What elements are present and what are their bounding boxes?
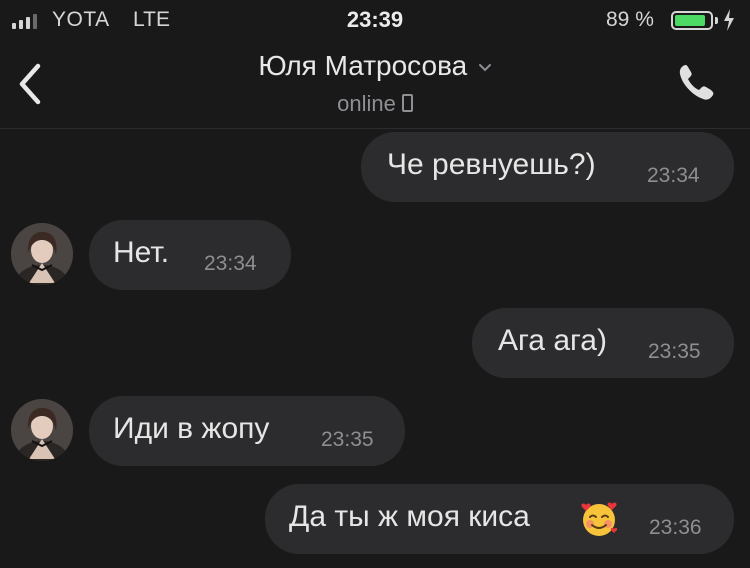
- phone-icon[interactable]: [676, 62, 716, 104]
- battery-percent: 89 %: [606, 8, 654, 31]
- avatar-image: [11, 223, 73, 285]
- message-time: 23:34: [204, 252, 257, 275]
- online-status-label: online: [337, 91, 396, 116]
- mobile-device-icon: [401, 94, 413, 113]
- message-text: Нет.: [113, 236, 170, 269]
- contact-status: online: [0, 91, 750, 117]
- message-time: 23:35: [321, 428, 374, 451]
- chat-header: Юля Матросова online: [0, 42, 750, 129]
- message-time: 23:34: [647, 164, 700, 187]
- battery-level-fill: [675, 15, 705, 26]
- contact-title[interactable]: Юля Матросова: [0, 50, 750, 82]
- message-bubble-incoming[interactable]: Иди в жопу 23:35: [89, 396, 405, 466]
- message-text: Че ревнуешь?): [387, 148, 596, 181]
- message-bubble-outgoing[interactable]: Че ревнуешь?) 23:34: [361, 132, 734, 202]
- message-time: 23:35: [648, 340, 701, 363]
- message-time: 23:36: [649, 516, 702, 539]
- avatar-image: [11, 399, 73, 461]
- avatar[interactable]: [11, 223, 73, 285]
- message-text: Да ты ж моя киса: [289, 500, 530, 533]
- message-bubble-incoming[interactable]: Нет. 23:34: [89, 220, 291, 290]
- contact-name[interactable]: Юля Матросова: [258, 50, 467, 81]
- battery-cap: [715, 17, 718, 24]
- message-bubble-outgoing[interactable]: Ага ага) 23:35: [472, 308, 734, 378]
- message-text: Ага ага): [498, 324, 607, 357]
- battery-icon: [671, 11, 713, 30]
- chevron-down-icon[interactable]: [478, 63, 492, 73]
- status-bar: YOTA LTE 23:39 89 %: [0, 0, 750, 42]
- avatar[interactable]: [11, 399, 73, 461]
- charging-bolt-icon: [724, 9, 734, 31]
- message-text: Иди в жопу: [113, 412, 270, 445]
- message-bubble-outgoing[interactable]: Да ты ж моя киса 23:36: [265, 484, 734, 554]
- smiling-face-with-hearts-icon: [581, 502, 618, 536]
